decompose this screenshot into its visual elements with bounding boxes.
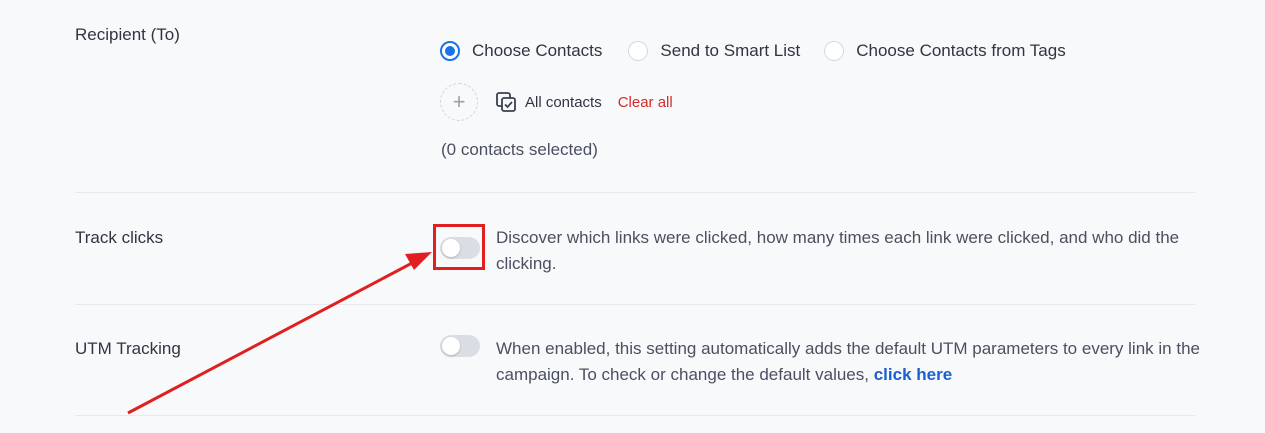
annotation-arrow-icon (127, 252, 432, 415)
